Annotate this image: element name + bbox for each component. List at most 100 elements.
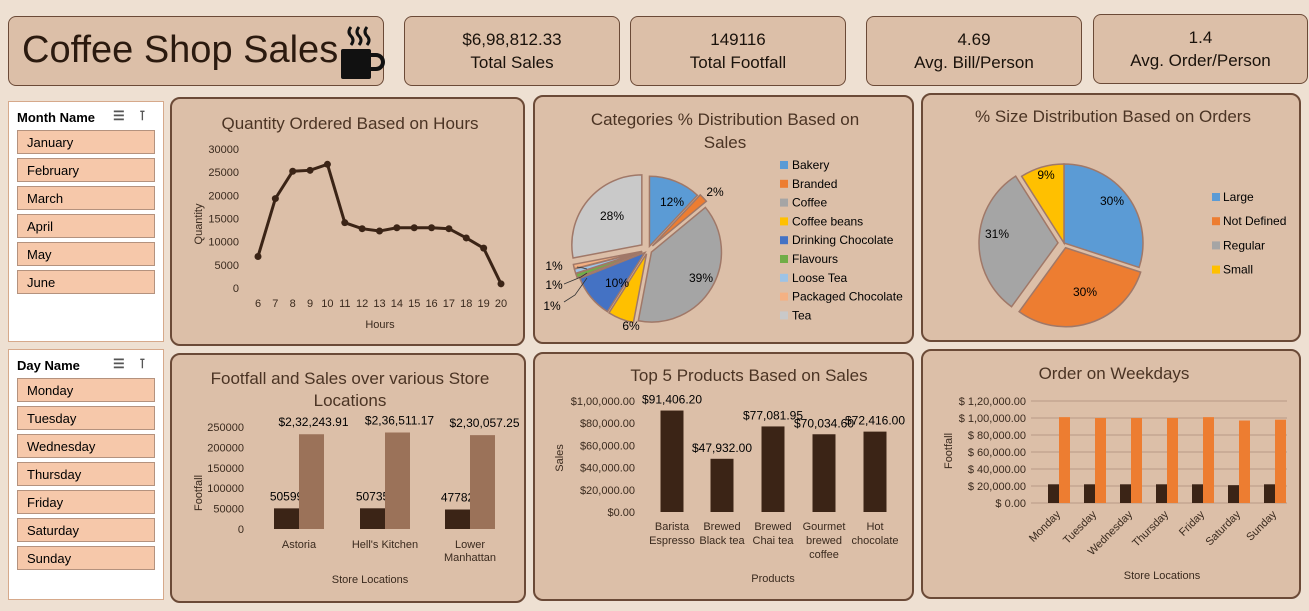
- y-tick-label: 10000: [208, 237, 239, 249]
- x-tick-label: Manhattan: [444, 552, 496, 564]
- size-pie-card: % Size Distribution Based on Orders 30% 3…: [921, 93, 1301, 342]
- slicer-item-day[interactable]: Sunday: [17, 546, 155, 570]
- y-tick-label: 100000: [207, 483, 244, 495]
- slicer-item-day[interactable]: Tuesday: [17, 406, 155, 430]
- top-products-chart: Top 5 Products Based on Sales Sales Prod…: [554, 366, 905, 585]
- legend-swatch: [780, 292, 788, 301]
- slicer-item-month[interactable]: January: [17, 130, 155, 154]
- y-tick-label: $1,00,000.00: [571, 396, 635, 408]
- data-point: [289, 167, 297, 175]
- bar: [1192, 484, 1203, 503]
- slicer-item-day[interactable]: Friday: [17, 490, 155, 514]
- kpi-label: Total Sales: [470, 53, 554, 72]
- data-point: [462, 234, 470, 242]
- y-tick-label: 15000: [208, 214, 239, 226]
- chart-title: Top 5 Products Based on Sales: [630, 366, 867, 385]
- legend-label: Tea: [792, 308, 812, 322]
- bar: [761, 426, 785, 512]
- slicer-item-day[interactable]: Saturday: [17, 518, 155, 542]
- chart-title-line2: Sales: [704, 133, 747, 152]
- x-axis-label: Store Locations: [332, 574, 409, 586]
- legend-label: Loose Tea: [792, 271, 847, 285]
- data-point: [393, 224, 401, 232]
- x-tick-label: Black tea: [699, 535, 745, 547]
- slice-label: 6%: [622, 319, 640, 333]
- x-tick-label: Astoria: [282, 539, 317, 551]
- multi-select-icon[interactable]: ☰: [113, 356, 125, 372]
- slice-label: 10%: [605, 276, 629, 290]
- legend-swatch: [780, 198, 788, 207]
- data-point: [445, 225, 453, 233]
- clear-filter-icon[interactable]: ⊺: [139, 108, 146, 124]
- x-tick-label: coffee: [809, 549, 839, 561]
- x-axis-label: Hours: [365, 319, 395, 331]
- bar: [660, 410, 684, 512]
- x-tick-label: 15: [408, 298, 420, 310]
- y-axis-label: Footfall: [193, 475, 205, 511]
- x-tick-label: 17: [443, 298, 455, 310]
- x-axis-label: Products: [751, 573, 795, 585]
- legend-swatch: [1212, 217, 1220, 226]
- clear-filter-icon[interactable]: ⊺: [139, 356, 146, 372]
- x-tick-label: Hell's Kitchen: [352, 539, 418, 551]
- bar: [1095, 418, 1106, 503]
- bar: [812, 434, 836, 512]
- x-tick-label: Brewed: [703, 521, 740, 533]
- slice-label: 1%: [545, 278, 563, 292]
- kpi-label: Total Footfall: [689, 53, 787, 72]
- slicer-header: Month Name ☰ ⊺: [9, 102, 163, 130]
- legend-label: Packaged Chocolate: [792, 290, 903, 304]
- bar: [274, 508, 299, 529]
- legend-swatch: [780, 179, 788, 188]
- chart-title-line1: Categories % Distribution Based on: [591, 110, 859, 129]
- slice-label: 28%: [600, 209, 624, 223]
- legend-swatch: [780, 255, 788, 263]
- y-tick-label: 20000: [208, 190, 239, 202]
- x-tick-label: Thursday: [1130, 508, 1171, 549]
- slicer-item-month[interactable]: June: [17, 270, 155, 294]
- slicer-item-month[interactable]: May: [17, 242, 155, 266]
- y-tick-label: $80,000.00: [580, 418, 635, 430]
- bar: [1203, 417, 1214, 503]
- x-tick-label: chocolate: [851, 535, 898, 547]
- slicer-item-day[interactable]: Thursday: [17, 462, 155, 486]
- quantity-line: [256, 162, 503, 285]
- data-point: [376, 227, 383, 235]
- legend-label: Drinking Chocolate: [792, 233, 894, 247]
- y-tick-label: 50000: [213, 504, 244, 516]
- slicer-item-day[interactable]: Wednesday: [17, 434, 155, 458]
- bar: [1275, 419, 1286, 503]
- y-tick-label: $ 1,00,000.00: [959, 413, 1026, 425]
- slice-label: 31%: [985, 227, 1009, 241]
- chart-title-line1: Footfall and Sales over various Store: [211, 369, 490, 388]
- bar: [1264, 484, 1275, 503]
- y-tick-label: 200000: [207, 442, 244, 454]
- chart-title-line2: Locations: [314, 391, 387, 410]
- x-tick-label: Espresso: [649, 535, 695, 547]
- slicer-item-month[interactable]: April: [17, 214, 155, 238]
- kpi-avg-order: 1.4 Avg. Order/Person: [1093, 14, 1308, 84]
- chart-title: Quantity Ordered Based on Hours: [221, 114, 478, 133]
- x-tick-label: Saturday: [1204, 508, 1244, 548]
- legend-swatch: [780, 273, 788, 282]
- multi-select-icon[interactable]: ☰: [113, 108, 125, 124]
- slice-label: 30%: [1073, 285, 1097, 299]
- y-axis-label: Sales: [554, 444, 566, 472]
- slice-label: 12%: [660, 195, 684, 209]
- slicer-item-month[interactable]: February: [17, 158, 155, 182]
- x-tick-label: 13: [373, 298, 385, 310]
- legend-swatch: [1212, 193, 1220, 201]
- bar: [1084, 484, 1095, 503]
- slicer-header: Day Name ☰ ⊺: [9, 350, 163, 378]
- data-point: [341, 219, 349, 227]
- y-tick-label: 150000: [207, 463, 244, 475]
- slice-label: 2%: [706, 185, 724, 199]
- kpi-value: 149116: [710, 30, 766, 49]
- y-tick-label: 0: [238, 524, 244, 536]
- slicer-item-month[interactable]: March: [17, 186, 155, 210]
- x-tick-label: Hot: [866, 521, 883, 533]
- slicer-item-day[interactable]: Monday: [17, 378, 155, 402]
- legend-label: Bakery: [792, 158, 829, 172]
- kpi-value: 4.69: [957, 30, 991, 49]
- bar-value-label: 47782: [441, 491, 475, 505]
